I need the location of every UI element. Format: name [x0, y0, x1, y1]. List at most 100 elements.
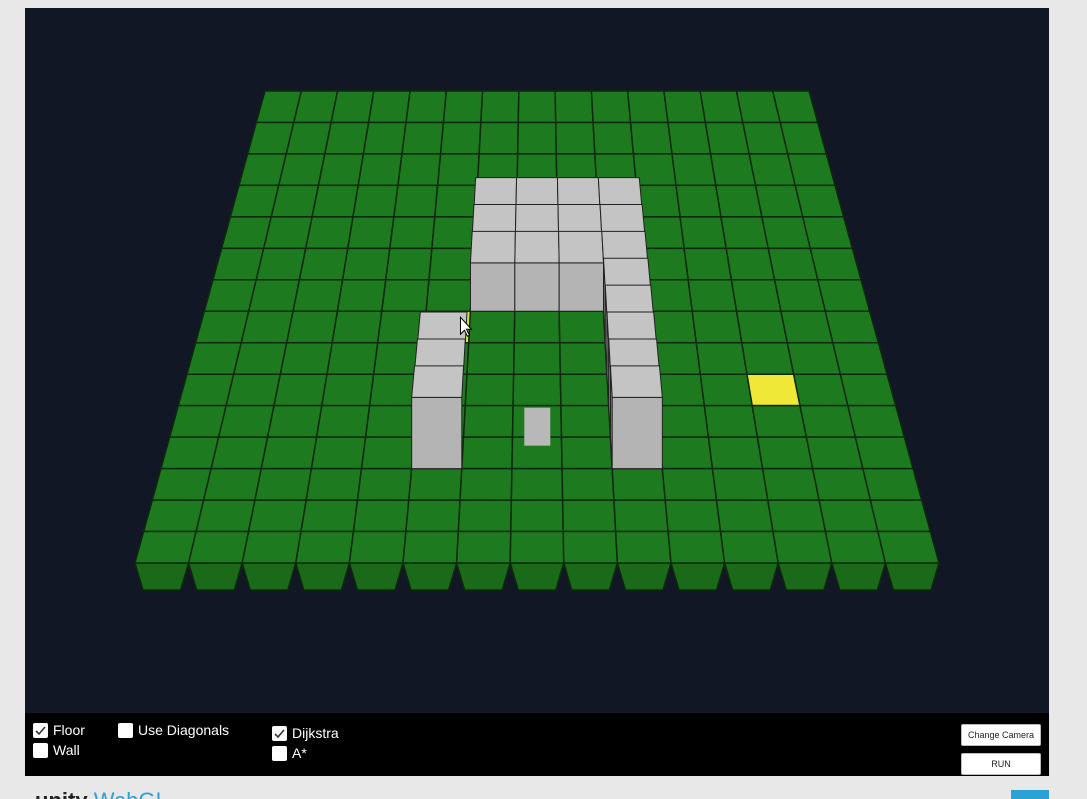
floor-tile[interactable] [195, 499, 256, 533]
floor-tile[interactable] [330, 90, 375, 124]
floor-tile[interactable] [357, 153, 403, 187]
run-button[interactable]: RUN [961, 753, 1041, 775]
floor-tile[interactable] [212, 247, 265, 281]
floor-tile[interactable] [292, 279, 344, 313]
floor-tile[interactable] [439, 121, 482, 155]
wall-front-face[interactable] [611, 396, 663, 470]
floor-tile[interactable] [691, 310, 743, 344]
floor-tile[interactable] [232, 341, 288, 375]
floor-tile[interactable] [362, 121, 407, 155]
floor-tile[interactable] [478, 121, 520, 155]
floor-tile[interactable] [298, 247, 349, 281]
floor-tile[interactable] [310, 436, 367, 470]
floor-tile[interactable] [462, 404, 514, 438]
floor-tile[interactable] [247, 499, 308, 533]
floor-tile[interactable] [294, 530, 355, 564]
floor-edge-tile[interactable] [777, 562, 833, 591]
floor-tile[interactable] [559, 373, 610, 407]
floor-tile[interactable] [388, 216, 436, 250]
floor-tile[interactable] [561, 499, 617, 533]
floor-tile[interactable] [326, 341, 379, 375]
floor-tile[interactable] [560, 436, 613, 470]
floor-tile[interactable] [134, 530, 198, 564]
floor-tile[interactable] [317, 153, 365, 187]
dijkstra-toggle[interactable]: Dijkstra [272, 725, 339, 741]
floor-tile[interactable] [186, 341, 243, 375]
floor-tile[interactable] [771, 90, 819, 124]
floor-tile[interactable] [360, 436, 416, 470]
floor-tile[interactable] [761, 467, 821, 501]
floor-tile[interactable] [779, 121, 828, 155]
floor-tile[interactable] [229, 184, 280, 218]
floor-tile[interactable] [509, 530, 565, 564]
wall-top-face[interactable] [469, 230, 516, 264]
floor-tile[interactable] [393, 184, 439, 218]
floor-tile[interactable] [305, 467, 363, 501]
floor-tile[interactable] [740, 341, 795, 375]
wall-toggle[interactable]: Wall [33, 742, 80, 758]
wall-top-face[interactable] [514, 230, 560, 264]
astar-toggle[interactable]: A* [272, 745, 307, 761]
floor-tile[interactable] [431, 216, 477, 250]
floor-tile[interactable] [626, 90, 669, 124]
floor-tile[interactable] [663, 90, 707, 124]
floor-tile[interactable] [225, 373, 282, 407]
floor-tile[interactable] [707, 436, 764, 470]
floor-tile[interactable] [818, 499, 879, 533]
floor-tile[interactable] [861, 467, 923, 501]
floor-tile[interactable] [217, 404, 275, 438]
floor-tile[interactable] [461, 436, 514, 470]
floor-tile[interactable] [210, 436, 269, 470]
floor-tile[interactable] [613, 499, 669, 533]
floor-tile[interactable] [714, 184, 763, 218]
floor-tile[interactable] [760, 216, 812, 250]
floor-tile[interactable] [554, 90, 594, 124]
floor-tile[interactable] [397, 153, 442, 187]
floor-checkbox[interactable] [33, 722, 48, 738]
floor-tile[interactable] [273, 373, 328, 407]
floor-tile[interactable] [516, 121, 558, 155]
floor-tile[interactable] [512, 341, 562, 375]
floor-tile[interactable] [629, 121, 673, 155]
floor-tile[interactable] [655, 404, 710, 438]
floor-tile[interactable] [151, 467, 213, 501]
floor-tile[interactable] [348, 530, 407, 564]
floor-tile[interactable] [300, 499, 359, 533]
floor-tile[interactable] [194, 310, 250, 344]
floor-tile[interactable] [695, 341, 748, 375]
dijkstra-checkbox[interactable] [272, 725, 287, 741]
floor-tile[interactable] [824, 310, 880, 344]
floor-tile[interactable] [846, 404, 906, 438]
grid-scene[interactable] [25, 8, 1049, 713]
floor-tile[interactable] [320, 373, 375, 407]
floor-tile[interactable] [611, 467, 667, 501]
floor-tile[interactable] [709, 153, 757, 187]
floor-tile[interactable] [341, 247, 391, 281]
floor-tile[interactable] [699, 373, 754, 407]
floor-tile[interactable] [786, 341, 842, 375]
floor-tile[interactable] [177, 373, 235, 407]
change-camera-button[interactable]: Change Camera [961, 724, 1041, 746]
floor-tile[interactable] [558, 341, 608, 375]
floor-tile[interactable] [756, 436, 814, 470]
floor-tile[interactable] [510, 499, 564, 533]
floor-tile[interactable] [658, 436, 714, 470]
floor-tile[interactable] [304, 216, 354, 250]
floor-tile[interactable] [664, 499, 722, 533]
floor-edge-tile[interactable] [241, 562, 297, 591]
wall-top-face[interactable] [609, 365, 663, 398]
floor-tile[interactable] [719, 530, 780, 564]
floor-tile[interactable] [592, 121, 635, 155]
floor-tile[interactable] [433, 184, 479, 218]
floor-tile[interactable] [364, 404, 419, 438]
floor-tile[interactable] [786, 153, 836, 187]
floor-tile[interactable] [517, 90, 557, 124]
floor-tile[interactable] [202, 467, 263, 501]
floor-tile[interactable] [558, 310, 607, 344]
floor-tile[interactable] [876, 530, 940, 564]
floor-tile[interactable] [704, 121, 751, 155]
floor-tile[interactable] [554, 121, 596, 155]
floor-tile[interactable] [425, 279, 473, 313]
floor-tile[interactable] [346, 216, 395, 250]
floor-tile[interactable] [667, 530, 726, 564]
